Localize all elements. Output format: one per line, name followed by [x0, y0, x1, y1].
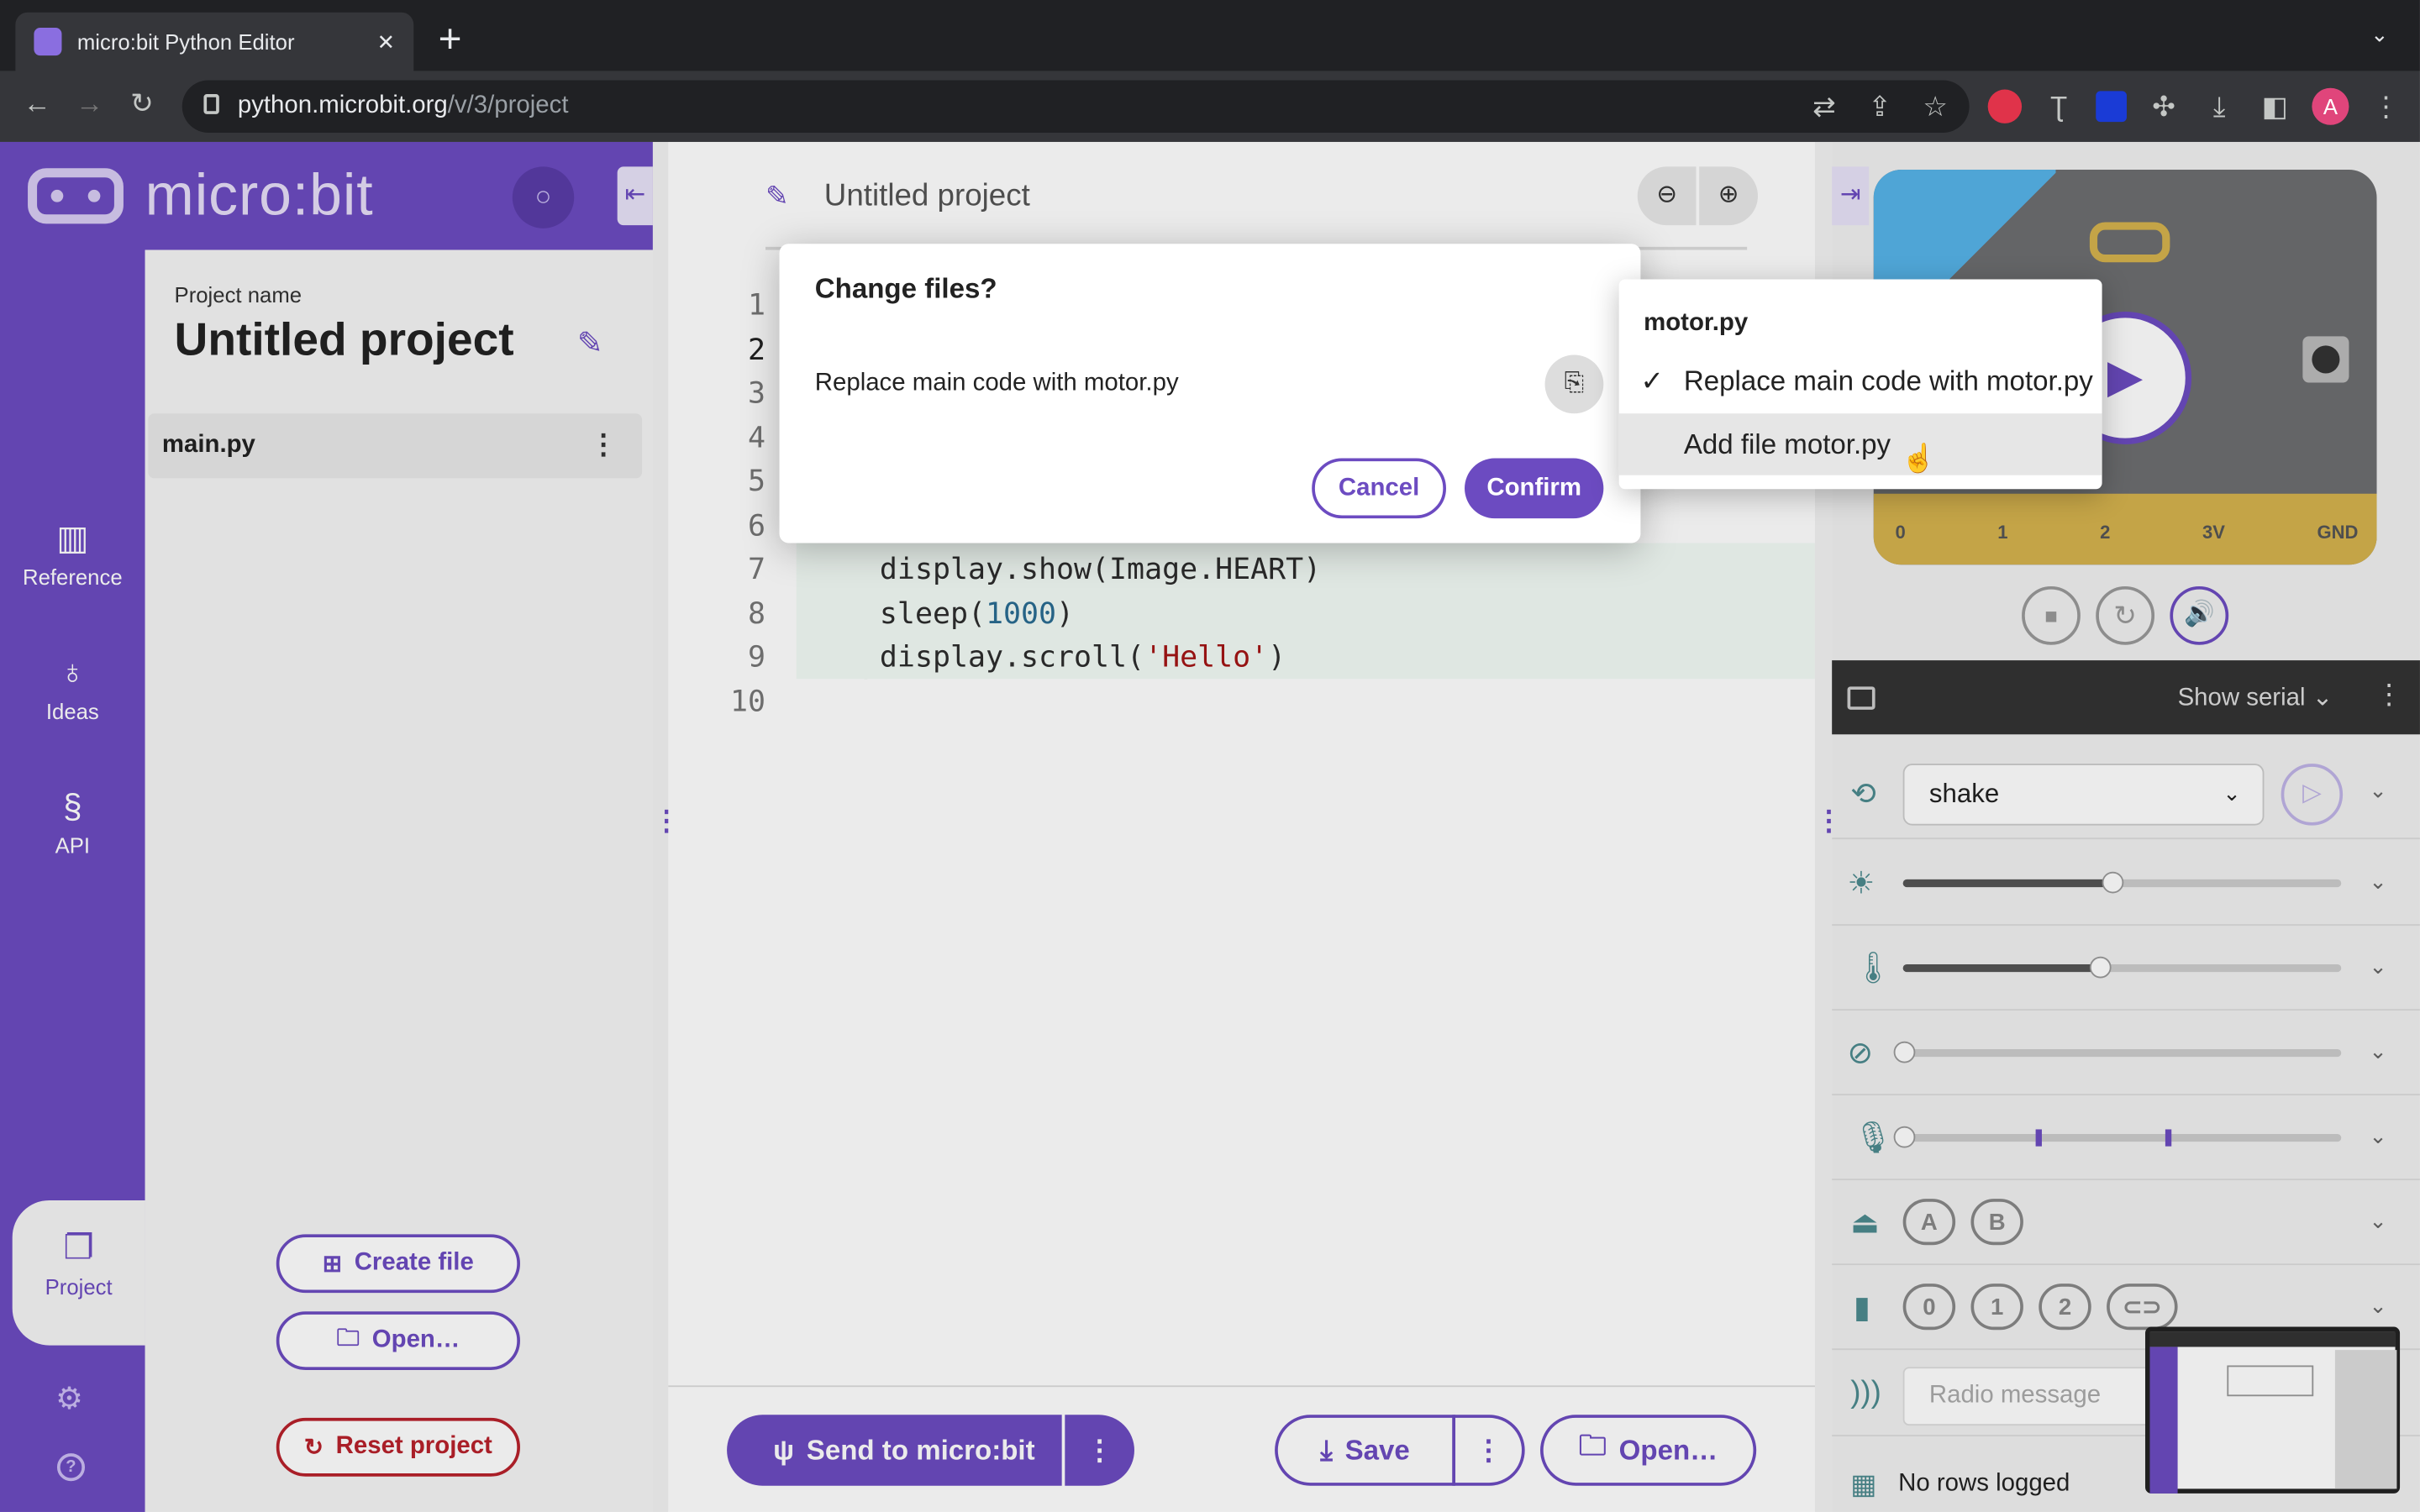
- menu-item-add[interactable]: Add file motor.py: [1618, 413, 2102, 475]
- tab-search-icon[interactable]: ⌄: [2370, 22, 2389, 48]
- dialog-row-text: Replace main code with motor.py: [814, 370, 1179, 397]
- bookmark-star-icon[interactable]: ☆: [1917, 91, 1954, 123]
- menu-item-replace-label: Replace main code with motor.py: [1683, 365, 2093, 396]
- url-host: python.microbit.org: [237, 92, 448, 119]
- address-bar[interactable]: python.microbit.org/v/3/project ⇄ ⇪ ☆: [182, 80, 1970, 133]
- checkmark-icon: ✓: [1640, 365, 1665, 396]
- close-tab-icon[interactable]: ✕: [377, 29, 396, 55]
- menu-item-add-label: Add file motor.py: [1683, 428, 1891, 459]
- browser-menu-icon[interactable]: ⋮: [2367, 90, 2404, 123]
- python-favicon-icon: [34, 28, 62, 56]
- back-icon[interactable]: ←: [18, 88, 55, 121]
- forward-icon[interactable]: →: [71, 88, 108, 121]
- extension-red-icon[interactable]: [1987, 89, 2023, 123]
- profile-avatar[interactable]: A: [2312, 87, 2349, 125]
- file-action-icon[interactable]: ⎘: [1544, 354, 1604, 414]
- new-tab-button[interactable]: +: [439, 15, 462, 63]
- browser-tab[interactable]: micro:bit Python Editor ✕: [15, 12, 414, 71]
- menu-item-replace[interactable]: ✓ Replace main code with motor.py: [1619, 350, 2102, 412]
- extension-text-icon[interactable]: Ʈ: [2040, 90, 2077, 123]
- reload-icon[interactable]: ↻: [124, 88, 160, 121]
- dialog-title: Change files?: [814, 273, 997, 304]
- extensions-puzzle-icon[interactable]: ✣: [2145, 90, 2182, 123]
- downloads-icon[interactable]: ⤓: [2201, 90, 2238, 123]
- translate-icon[interactable]: ⇄: [1806, 91, 1843, 123]
- extension-blue-icon[interactable]: [2096, 91, 2127, 123]
- tab-title: micro:bit Python Editor: [76, 29, 295, 55]
- confirm-button[interactable]: Confirm: [1465, 458, 1604, 519]
- lock-icon: [203, 94, 219, 114]
- menu-header: motor.py: [1644, 310, 1749, 337]
- file-action-menu: motor.py ✓ Replace main code with motor.…: [1618, 279, 2102, 490]
- mouse-pointer-icon: ☝: [1901, 443, 1936, 474]
- url-path: /v/3/project: [447, 92, 569, 119]
- share-icon[interactable]: ⇪: [1861, 91, 1898, 123]
- change-files-dialog: Change files? Replace main code with mot…: [779, 244, 1641, 543]
- side-panel-icon[interactable]: ◧: [2256, 90, 2293, 123]
- cancel-button[interactable]: Cancel: [1312, 458, 1446, 519]
